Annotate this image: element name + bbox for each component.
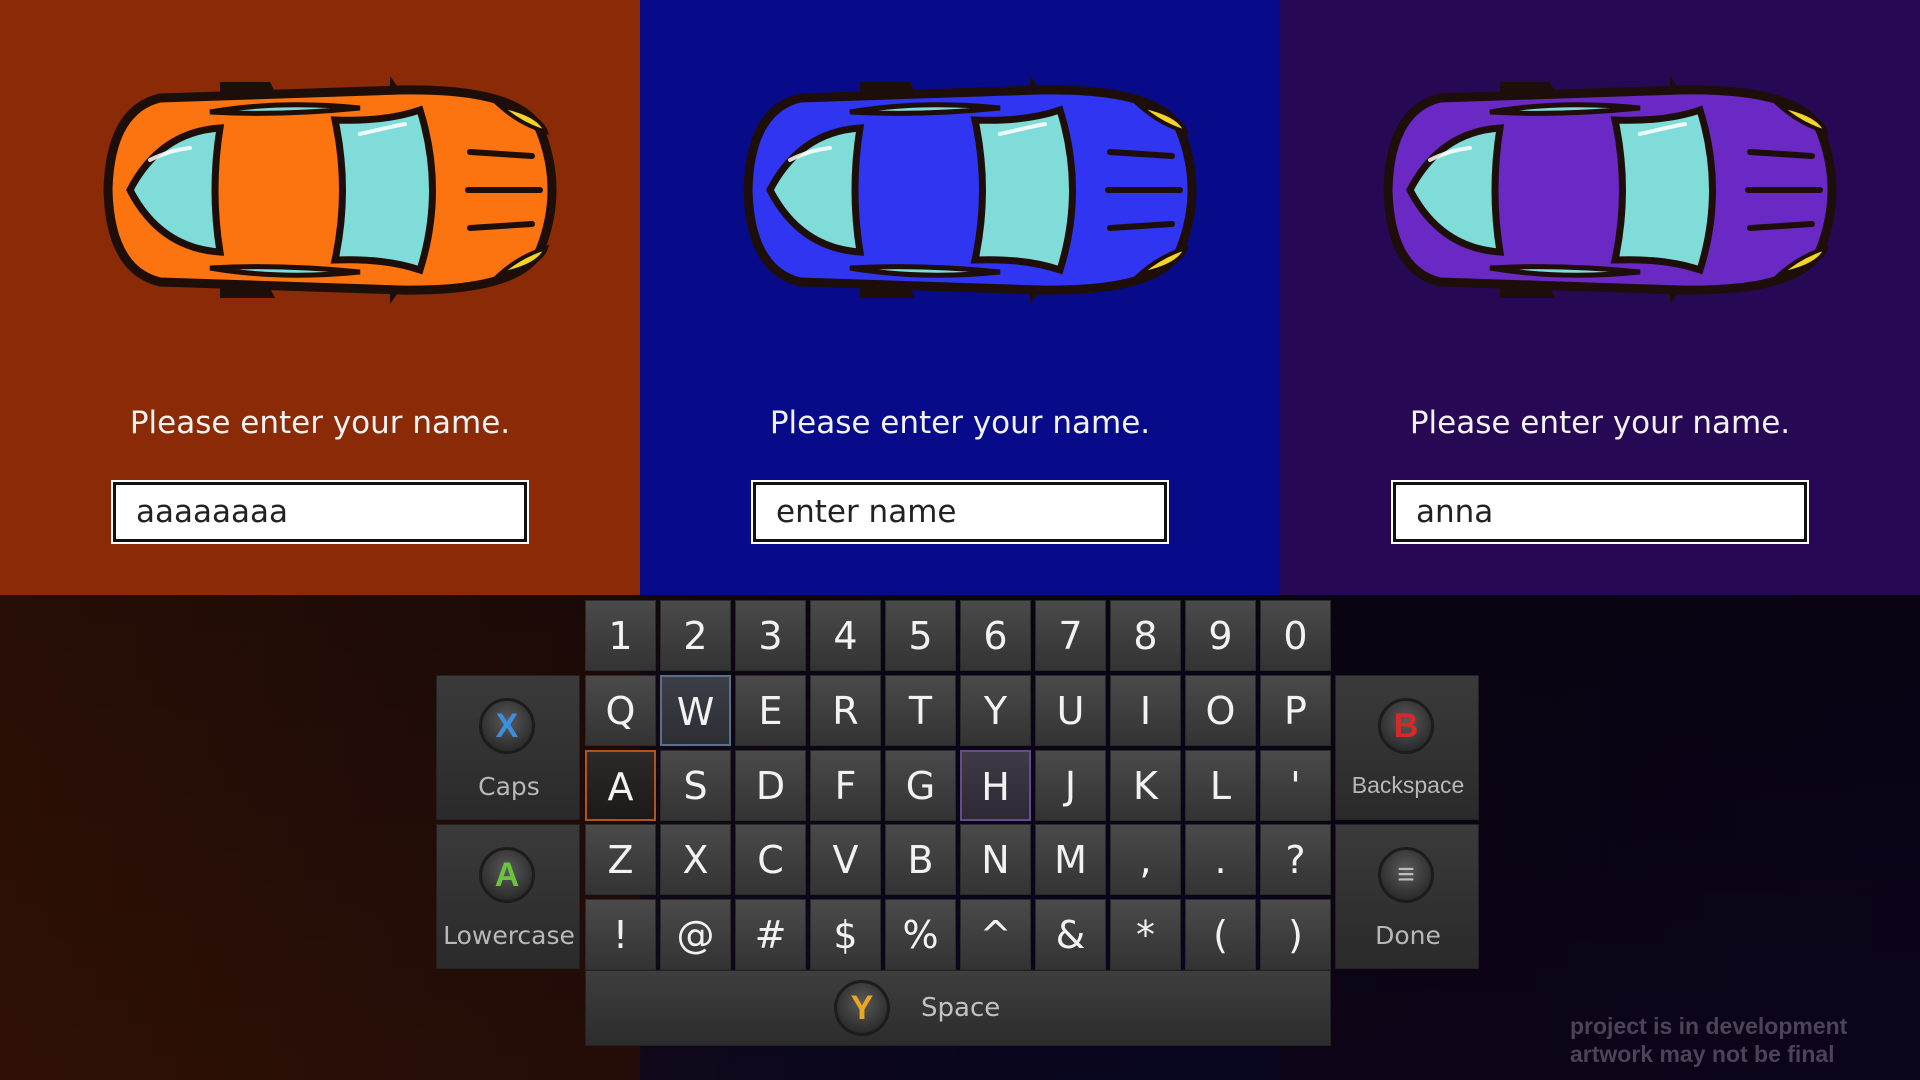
key-q-0[interactable]: Q (585, 675, 656, 746)
key-q-4[interactable]: T (885, 675, 956, 746)
key-numbers-6[interactable]: 7 (1035, 600, 1106, 671)
key-z-6[interactable]: M (1035, 824, 1106, 895)
lowercase-label: Lowercase (443, 921, 575, 950)
key-q-5[interactable]: Y (960, 675, 1031, 746)
a-button-icon: A (479, 847, 535, 903)
key-numbers-2[interactable]: 3 (735, 600, 806, 671)
key-q-9[interactable]: P (1260, 675, 1331, 746)
key-a-7[interactable]: K (1110, 750, 1181, 821)
key-a-2[interactable]: D (735, 750, 806, 821)
key-numbers-4[interactable]: 5 (885, 600, 956, 671)
space-button[interactable]: Y Space (585, 970, 1331, 1046)
key-q-7[interactable]: I (1110, 675, 1181, 746)
key-numbers-0[interactable]: 1 (585, 600, 656, 671)
menu-button-icon: ≡ (1378, 847, 1434, 903)
backspace-label: Backspace (1351, 772, 1465, 798)
key-symbols-3[interactable]: $ (810, 899, 881, 970)
key-z-4[interactable]: B (885, 824, 956, 895)
name-input[interactable]: enter name (751, 480, 1169, 544)
key-symbols-8[interactable]: ( (1185, 899, 1256, 970)
key-a-3[interactable]: F (810, 750, 881, 821)
key-symbols-4[interactable]: % (885, 899, 956, 970)
key-numbers-9[interactable]: 0 (1260, 600, 1331, 671)
key-q-6[interactable]: U (1035, 675, 1106, 746)
name-prompt: Please enter your name. (129, 405, 511, 441)
key-symbols-1[interactable]: @ (660, 899, 731, 970)
lowercase-button[interactable]: A Lowercase (436, 824, 580, 969)
key-z-8[interactable]: . (1185, 824, 1256, 895)
name-prompt: Please enter your name. (1409, 405, 1791, 441)
key-a-9[interactable]: ' (1260, 750, 1331, 821)
key-z-5[interactable]: N (960, 824, 1031, 895)
key-q-1[interactable]: W (660, 675, 731, 746)
name-input[interactable]: anna (1391, 480, 1809, 544)
key-z-9[interactable]: ? (1260, 824, 1331, 895)
key-numbers-8[interactable]: 9 (1185, 600, 1256, 671)
key-q-2[interactable]: E (735, 675, 806, 746)
key-a-4[interactable]: G (885, 750, 956, 821)
key-a-0[interactable]: A (585, 750, 656, 821)
key-q-3[interactable]: R (810, 675, 881, 746)
key-numbers-3[interactable]: 4 (810, 600, 881, 671)
x-button-icon: X (479, 698, 535, 754)
watermark-line-2: artwork may not be final (1570, 1041, 1835, 1067)
caps-label: Caps (478, 772, 540, 801)
key-numbers-5[interactable]: 6 (960, 600, 1031, 671)
key-z-0[interactable]: Z (585, 824, 656, 895)
key-a-1[interactable]: S (660, 750, 731, 821)
key-a-6[interactable]: J (1035, 750, 1106, 821)
caps-button[interactable]: X Caps (436, 675, 580, 820)
key-z-7[interactable]: , (1110, 824, 1181, 895)
blue-car-icon (743, 76, 1197, 304)
key-z-1[interactable]: X (660, 824, 731, 895)
development-watermark: project is in development artwork may no… (1570, 1012, 1847, 1068)
name-input[interactable]: aaaaaaaa (111, 480, 529, 544)
key-numbers-1[interactable]: 2 (660, 600, 731, 671)
key-symbols-9[interactable]: ) (1260, 899, 1331, 970)
key-z-2[interactable]: C (735, 824, 806, 895)
key-symbols-7[interactable]: * (1110, 899, 1181, 970)
done-button[interactable]: ≡ Done (1335, 824, 1479, 969)
key-q-8[interactable]: O (1185, 675, 1256, 746)
key-symbols-5[interactable]: ^ (960, 899, 1031, 970)
orange-car-icon (103, 76, 557, 304)
y-button-icon: Y (834, 980, 890, 1036)
key-a-8[interactable]: L (1185, 750, 1256, 821)
key-symbols-6[interactable]: & (1035, 899, 1106, 970)
key-a-5[interactable]: H (960, 750, 1031, 821)
b-button-icon: B (1378, 698, 1434, 754)
key-z-3[interactable]: V (810, 824, 881, 895)
space-label: Space (921, 993, 1001, 1023)
name-prompt: Please enter your name. (769, 405, 1151, 441)
watermark-line-1: project is in development (1570, 1013, 1848, 1039)
backspace-button[interactable]: B Backspace (1335, 675, 1479, 820)
purple-car-icon (1383, 76, 1837, 304)
key-numbers-7[interactable]: 8 (1110, 600, 1181, 671)
done-label: Done (1375, 921, 1441, 950)
key-symbols-2[interactable]: # (735, 899, 806, 970)
key-symbols-0[interactable]: ! (585, 899, 656, 970)
